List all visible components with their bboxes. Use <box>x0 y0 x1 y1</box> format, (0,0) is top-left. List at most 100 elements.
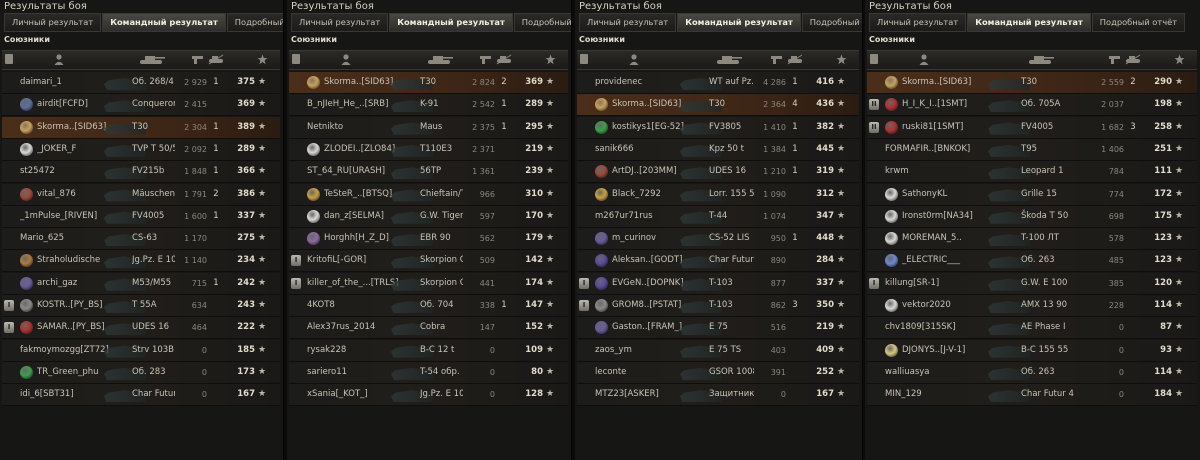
table-row[interactable]: rysak228 B-C 12 t 0 109 ★ <box>289 339 568 362</box>
table-row[interactable]: I SAMAR..[PY_BS] UDES 16 464 222 ★ <box>2 317 280 340</box>
table-row[interactable]: kostikys1[EG-52] FV3805 1 410 1 382 ★ <box>577 116 859 139</box>
person-icon[interactable] <box>339 53 353 67</box>
table-row[interactable]: Ikillung[SR-1] G.W. E 100 385 120 ★ <box>867 272 1197 295</box>
window-title: Результаты боя <box>291 1 374 12</box>
star-icon[interactable] <box>543 53 557 67</box>
person-icon[interactable] <box>917 53 931 67</box>
star-icon[interactable] <box>255 53 269 67</box>
kills-icon[interactable] <box>1124 53 1142 67</box>
table-row[interactable]: Black_7292 Lorr. 155 51 1 090 312★ <box>577 183 859 206</box>
table-row[interactable]: TR_Green_phu Об. 283 0 173 ★ <box>2 361 280 384</box>
table-row[interactable]: sanik666 Kpz 50 t 1 384 1 445 ★ <box>577 138 859 161</box>
table-row[interactable]: krwm Leopard 1 784 111 ★ <box>867 161 1197 184</box>
tank-icon[interactable] <box>425 53 455 67</box>
kills-value <box>498 184 510 205</box>
table-row[interactable]: Horghh[H_Z_D] EBR 90 562 179 ★ <box>289 228 568 251</box>
tab-personal[interactable]: Личный результат <box>579 13 677 32</box>
table-row[interactable]: II ruski81[1SMT] FV4005 1 682 3 258 ★ <box>867 116 1197 139</box>
platoon-header-icon[interactable] <box>869 53 879 67</box>
table-row[interactable]: fakmoymozgg[ZT72] Strv 103B 0 185 ★ <box>2 339 280 362</box>
table-row[interactable]: B_nJIeH_He_..[SRB] K-91 2 542 1 289 ★ <box>289 94 568 117</box>
table-row[interactable]: ArtDJ..[203MM] UDES 16 1 210 1 319 ★ <box>577 161 859 184</box>
damage-icon[interactable] <box>477 53 495 67</box>
table-row[interactable]: ZLODEI..[ZLO84] T110E3 2 371 219 ★ <box>289 138 568 161</box>
tab-team[interactable]: Командный результат <box>389 13 513 32</box>
tank-icon[interactable] <box>714 53 744 67</box>
tab-detailed[interactable]: Подробный отчёт <box>801 13 862 32</box>
table-row[interactable]: MIN_129 Char Futur 4 0 184 ★ <box>867 384 1197 407</box>
table-row[interactable]: I KritofiL[-GOR] Skorpion G 509 142 ★ <box>289 250 568 273</box>
table-row[interactable]: idi_6[SBT31] Char Futur 4 0 167★ <box>2 384 280 407</box>
table-row[interactable]: Ikiller_of_the_...[TRLS] Skorpion G 441 174… <box>289 272 568 295</box>
person-icon[interactable] <box>627 53 641 67</box>
tab-personal[interactable]: Личный результат <box>869 13 967 32</box>
damage-value: 2 929 <box>184 78 207 87</box>
platoon-header-icon[interactable] <box>291 53 301 67</box>
table-row[interactable]: Alex37rus_2014 Cobra 147 152 ★ <box>289 317 568 340</box>
table-row[interactable]: I GROM8..[PSTAT] T-103 862 3 350 ★ <box>577 295 859 317</box>
table-row[interactable]: Ironst0rm[NA34] Škoda T 50 698 175 ★ <box>867 205 1197 228</box>
damage-icon[interactable] <box>768 53 786 67</box>
table-row[interactable]: airdit[FCFD] Conqueror 2 415 369 ★ <box>2 94 280 117</box>
platoon-header-icon[interactable] <box>4 53 14 67</box>
table-row[interactable]: walliuasya Об. 263 0 114 ★ <box>867 361 1197 384</box>
table-row[interactable]: I KOSTR..[PY_BS] T 55A 634 243 ★ <box>2 295 280 317</box>
table-row[interactable]: Skorma..[SID63] T30 2 824 2 369 ★ <box>289 72 568 94</box>
table-row[interactable]: sariero11 T-54 обр. 1 0 80 ★ <box>289 361 568 384</box>
table-row[interactable]: TeSteR_..[BTSQ] Chieftain/T... 966 310★ <box>289 183 568 206</box>
platoon-header-icon[interactable] <box>579 53 589 67</box>
table-row[interactable]: Skorma..[SID63] T30 2 364 4 436 ★ <box>577 94 859 117</box>
table-row[interactable]: Aleksan..[GODT] Char Futur 4 890 284★ <box>577 250 859 273</box>
table-row[interactable]: daimari_1 Об. 268/4 2 929 1 375 ★ <box>2 72 280 94</box>
tab-team[interactable]: Командный результат <box>677 13 801 32</box>
table-row[interactable]: providenec WT auf Pz.... 4 286 1 416★ <box>577 72 859 94</box>
kills-icon[interactable] <box>786 53 804 67</box>
kills-icon[interactable] <box>207 53 225 67</box>
damage-icon[interactable] <box>1106 53 1124 67</box>
tab-detailed[interactable]: Подробный отчёт <box>1091 13 1186 32</box>
damage-icon[interactable] <box>189 53 207 67</box>
table-row[interactable]: Netnikto Maus 2 375 1 295 ★ <box>289 116 568 139</box>
table-row[interactable]: chv1809[315SK] AE Phase I 0 87 ★ <box>867 317 1197 340</box>
table-row[interactable]: Gaston..[FRAM_] E 75 516 219 ★ <box>577 317 859 340</box>
tank-icon[interactable] <box>137 53 167 67</box>
table-row[interactable]: dan_z[SELMA] G.W. Tiger 597 170 ★ <box>289 205 568 228</box>
table-row[interactable]: DJONYS..[J-V-1] B-C 155 55 0 93 ★ <box>867 339 1197 362</box>
table-row[interactable]: zaos_ym E 75 TS 403 409 ★ <box>577 339 859 362</box>
table-row[interactable]: st25472 FV215b 1 848 1 366 ★ <box>2 161 280 184</box>
table-row[interactable]: Skorma..[SID63] T30 2 304 1 389 ★ <box>2 116 280 139</box>
table-row[interactable]: vektor2020 AMX 13 90 228 114 ★ <box>867 295 1197 317</box>
star-icon[interactable] <box>1172 53 1186 67</box>
table-row[interactable]: FORMAFIR..[BNKOK] T95 1 406 251 ★ <box>867 138 1197 161</box>
table-row[interactable]: m267ur71rus T-44 1 074 347 ★ <box>577 205 859 228</box>
table-row[interactable]: I EVGeN..[DOPNK] T-103 877 337 ★ <box>577 272 859 295</box>
table-row[interactable]: Skorma..[SID63] T30 2 559 2 290 ★ <box>867 72 1197 94</box>
tab-team[interactable]: Командный результат <box>102 13 226 32</box>
table-row[interactable]: 4KOT8 Об. 704 338 1 147 ★ <box>289 295 568 317</box>
table-row[interactable]: m_curinov CS-52 LIS 950 1 448 ★ <box>577 228 859 251</box>
tank-icon[interactable] <box>1026 53 1056 67</box>
table-row[interactable]: vital_876 Mäuschen 1 791 2 386 ★ <box>2 183 280 206</box>
tab-personal[interactable]: Личный результат <box>291 13 389 32</box>
table-row[interactable]: MTZ23[ASKER] Защитник 0 167 ★ <box>577 384 859 407</box>
tab-detailed[interactable]: Подробный отчёт <box>513 13 571 32</box>
table-row[interactable]: Mario_625 CS-63 1 170 275 ★ <box>2 228 280 251</box>
table-row[interactable]: _ELECTRIC___ Об. 263 485 123 ★ <box>867 250 1197 273</box>
table-row[interactable]: archi_gaz M53/M55 715 1 242 ★ <box>2 272 280 295</box>
table-row[interactable]: ST_64_RU[URASH] 56TP 1 361 239 ★ <box>289 161 568 184</box>
table-row[interactable]: II H_I_K_I..[1SMT] Об. 705А 2 037 198 ★ <box>867 94 1197 117</box>
table-row[interactable]: _1mPulse_[RIVEN] FV4005 1 600 1 337 ★ <box>2 205 280 228</box>
tab-team[interactable]: Командный результат <box>967 13 1091 32</box>
platoon-badge-icon: I <box>291 277 301 289</box>
star-icon[interactable] <box>834 53 848 67</box>
table-row[interactable]: MOREMAN_5.. T-100 ЛТ 578 123 ★ <box>867 228 1197 251</box>
person-icon[interactable] <box>52 53 66 67</box>
table-row[interactable]: leconte GSOR 1008 391 252 ★ <box>577 361 859 384</box>
table-row[interactable]: SathonyKL Grille 15 774 172 ★ <box>867 183 1197 206</box>
tab-personal[interactable]: Личный результат <box>4 13 102 32</box>
table-row[interactable]: _JOKER_F TVP T 50/51 2 092 1 289★ <box>2 138 280 161</box>
table-row[interactable]: xSania[_KOT_] Jg.Pz. E 100 0 128★ <box>289 384 568 407</box>
table-row[interactable]: Straholudische Jg.Pz. E 100 1 140 234★ <box>2 250 280 273</box>
tab-detailed[interactable]: Подробный отчёт <box>226 13 283 32</box>
kills-icon[interactable] <box>495 53 513 67</box>
